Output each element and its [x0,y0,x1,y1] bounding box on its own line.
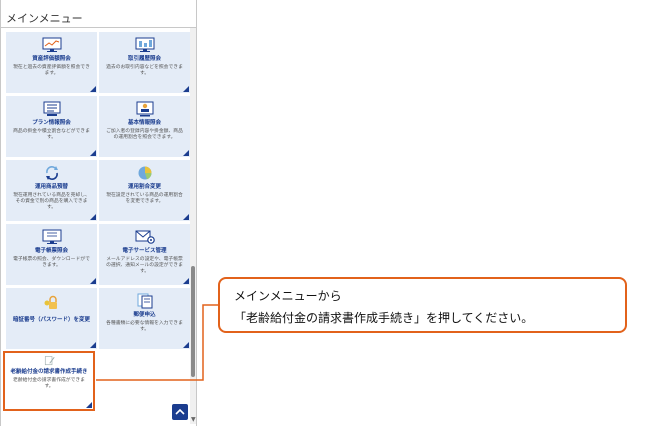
callout-line-1: メインメニューから [234,289,342,303]
callout-connector [96,304,218,381]
instruction-callout: メインメニューから 「老齢給付金の請求書作成手続き」を押してください。 [218,277,627,333]
callout-line-2: 「老齢給付金の請求書作成手続き」を押してください。 [234,311,534,325]
